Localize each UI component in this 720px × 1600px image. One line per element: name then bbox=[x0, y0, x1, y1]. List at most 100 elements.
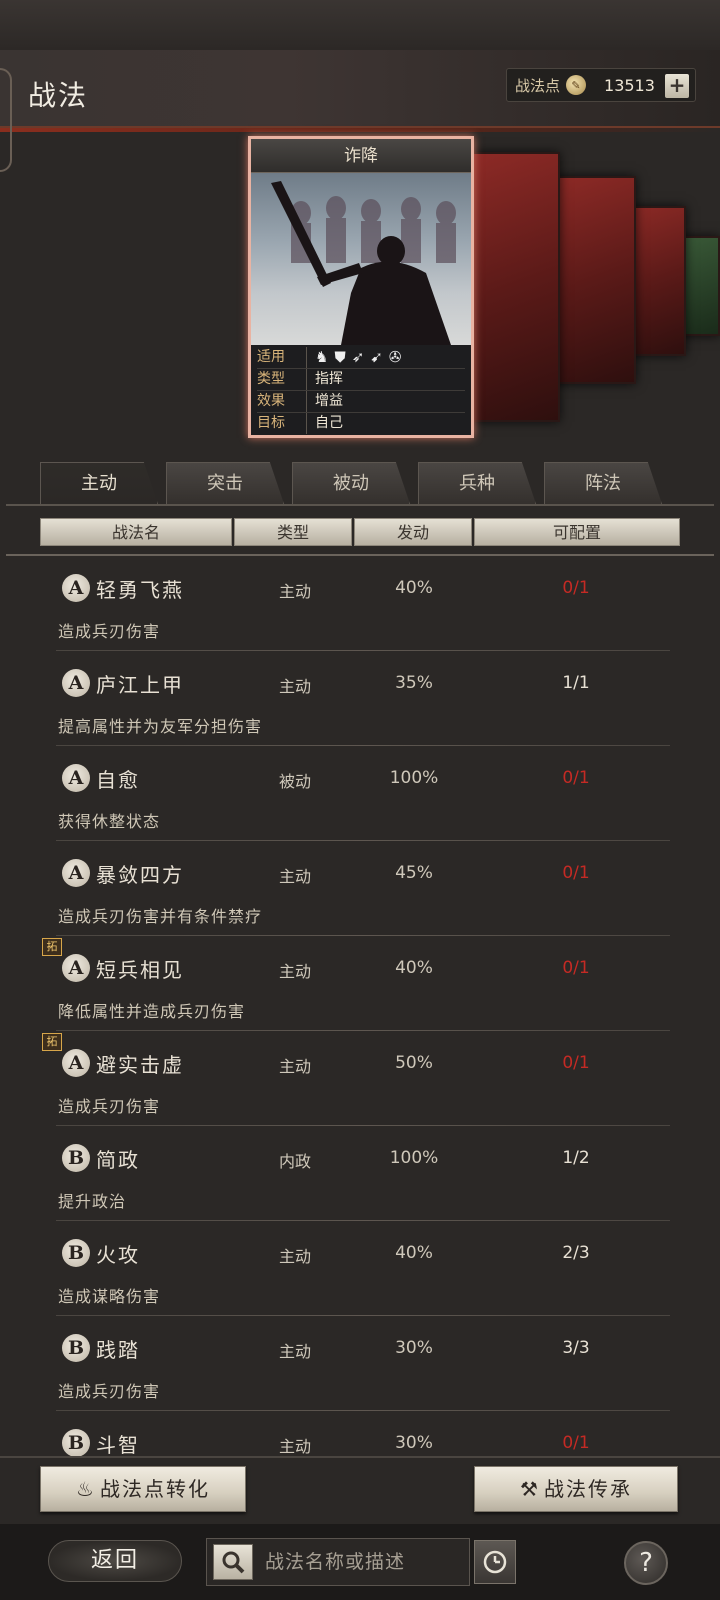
card-stat-value: 增益 bbox=[315, 393, 343, 409]
tactic-description: 造成兵刃伤害 bbox=[58, 1097, 161, 1116]
cavalry-icon: ♞ bbox=[315, 348, 329, 366]
tactic-row[interactable]: 拓 A 短兵相见 主动 40% 0/1 降低属性并造成兵刃伤害 bbox=[0, 936, 720, 1031]
card-stat-target: 目标 自己 bbox=[257, 413, 465, 434]
tactic-availability: 3/3 bbox=[562, 1338, 590, 1358]
selected-tactic-card[interactable]: 诈降 适用 ♞ ⛊ ➶ ➹ ✇ 类型 指挥 效果 增益 目标 自己 bbox=[248, 136, 474, 438]
card-stat-key: 类型 bbox=[257, 369, 307, 390]
grade-icon: B bbox=[62, 1144, 90, 1172]
card-stat-key: 效果 bbox=[257, 391, 307, 412]
column-name-header[interactable]: 战法名 bbox=[40, 518, 232, 546]
tactic-row[interactable]: A 轻勇飞燕 主动 40% 0/1 造成兵刃伤害 bbox=[0, 556, 720, 651]
convert-points-label: 战法点转化 bbox=[99, 1477, 210, 1501]
tactic-description: 造成兵刃伤害 bbox=[58, 1382, 161, 1401]
tactic-description: 降低属性并造成兵刃伤害 bbox=[58, 1002, 246, 1021]
tactic-name: 避实击虚 bbox=[96, 1053, 184, 1077]
column-avail-header[interactable]: 可配置 bbox=[474, 518, 680, 546]
column-rate-header[interactable]: 发动 bbox=[354, 518, 472, 546]
tactic-name: 火攻 bbox=[96, 1243, 140, 1267]
card-thumbnail[interactable] bbox=[470, 152, 560, 422]
tactic-description: 提升政治 bbox=[58, 1192, 127, 1211]
tactic-availability: 1/1 bbox=[562, 673, 590, 693]
tactic-type: 被动 bbox=[278, 772, 311, 791]
tactic-availability: 2/3 bbox=[562, 1243, 590, 1263]
tactic-name: 简政 bbox=[96, 1148, 140, 1172]
card-artwork bbox=[251, 173, 471, 345]
inherit-tactic-label: 战法传承 bbox=[543, 1477, 632, 1501]
tactic-type: 主动 bbox=[278, 867, 311, 886]
tactic-row[interactable]: B 火攻 主动 40% 2/3 造成谋略伤害 bbox=[0, 1221, 720, 1316]
tactic-type: 内政 bbox=[278, 1152, 311, 1171]
spear-icon: ➹ bbox=[370, 348, 383, 366]
convert-points-button[interactable]: ♨ 战法点转化 bbox=[40, 1466, 246, 1512]
flame-icon: ♨ bbox=[76, 1477, 96, 1501]
back-button[interactable]: 返回 bbox=[48, 1540, 182, 1582]
tactic-name: 斗智 bbox=[96, 1433, 140, 1456]
tactic-type: 主动 bbox=[278, 1057, 311, 1076]
tactic-name: 轻勇飞燕 bbox=[96, 578, 184, 602]
expansion-badge: 拓 bbox=[42, 1033, 62, 1051]
tactic-type: 主动 bbox=[278, 1342, 311, 1361]
card-stats: 适用 ♞ ⛊ ➶ ➹ ✇ 类型 指挥 效果 增益 目标 自己 bbox=[251, 345, 471, 436]
tactic-type: 主动 bbox=[278, 677, 311, 696]
grade-icon: A bbox=[62, 954, 90, 982]
tactic-type: 主动 bbox=[278, 582, 311, 601]
tactic-row[interactable]: A 暴敛四方 主动 45% 0/1 造成兵刃伤害并有条件禁疗 bbox=[0, 841, 720, 936]
grade-icon: A bbox=[62, 859, 90, 887]
tactic-rate: 100% bbox=[389, 1148, 439, 1168]
tactic-availability: 0/1 bbox=[562, 863, 590, 883]
grade-icon: A bbox=[62, 574, 90, 602]
tactic-row[interactable]: B 践踏 主动 30% 3/3 造成兵刃伤害 bbox=[0, 1316, 720, 1411]
tactic-rate: 45% bbox=[395, 863, 433, 883]
add-points-button[interactable]: + bbox=[665, 74, 689, 98]
tactic-row[interactable]: 拓 A 避实击虚 主动 50% 0/1 造成兵刃伤害 bbox=[0, 1031, 720, 1126]
tactic-rate: 40% bbox=[395, 1243, 433, 1263]
points-value: 13513 bbox=[604, 75, 655, 95]
tactic-rate: 35% bbox=[395, 673, 433, 693]
tactic-row[interactable]: B 简政 内政 100% 1/2 提升政治 bbox=[0, 1126, 720, 1221]
inherit-tactic-button[interactable]: ⚒ 战法传承 bbox=[474, 1466, 678, 1512]
tactic-availability: 1/2 bbox=[562, 1148, 590, 1168]
tactic-availability: 0/1 bbox=[562, 958, 590, 978]
card-stat-value: 自己 bbox=[315, 415, 343, 431]
warrior-silhouette bbox=[271, 181, 456, 345]
tactic-name: 庐江上甲 bbox=[96, 673, 184, 697]
tactic-type: 主动 bbox=[278, 1437, 311, 1456]
tactic-description: 造成兵刃伤害 bbox=[58, 622, 161, 641]
tab-formation[interactable]: 阵法 bbox=[544, 462, 662, 504]
tactic-name: 短兵相见 bbox=[96, 958, 184, 982]
history-button[interactable] bbox=[474, 1540, 516, 1584]
bow-icon: ➶ bbox=[351, 348, 365, 366]
tactic-list[interactable]: A 轻勇飞燕 主动 40% 0/1 造成兵刃伤害 A 庐江上甲 主动 35% 1/1 提高属性并为友军… bbox=[0, 556, 720, 1456]
clock-icon bbox=[483, 1550, 507, 1574]
tactic-rate: 50% bbox=[395, 1053, 433, 1073]
search-icon[interactable] bbox=[213, 1544, 253, 1580]
tactic-availability: 0/1 bbox=[562, 1053, 590, 1073]
tab-assault[interactable]: 突击 bbox=[166, 462, 284, 504]
help-button[interactable]: ? bbox=[624, 1541, 668, 1585]
page-title: 战法 bbox=[28, 79, 89, 112]
card-stat-key: 适用 bbox=[257, 347, 307, 368]
hammer-icon: ⚒ bbox=[520, 1477, 540, 1501]
tactic-row[interactable]: A 自愈 被动 100% 0/1 获得休整状态 bbox=[0, 746, 720, 841]
card-stat-key: 目标 bbox=[257, 413, 307, 434]
shield-icon: ⛊ bbox=[334, 348, 346, 366]
search-box bbox=[206, 1538, 470, 1586]
column-type-header[interactable]: 类型 bbox=[234, 518, 352, 546]
card-stat-value: 指挥 bbox=[315, 371, 343, 387]
card-stat-effect: 效果 增益 bbox=[257, 391, 465, 413]
tab-troop[interactable]: 兵种 bbox=[418, 462, 536, 504]
tactic-rate: 30% bbox=[395, 1433, 433, 1453]
card-thumbnail[interactable] bbox=[552, 176, 636, 384]
tactic-row[interactable]: B 斗智 主动 30% 0/1 bbox=[0, 1411, 720, 1456]
tab-passive[interactable]: 被动 bbox=[292, 462, 410, 504]
tab-active[interactable]: 主动 bbox=[40, 462, 158, 504]
card-title: 诈降 bbox=[251, 139, 471, 173]
tactic-name: 暴敛四方 bbox=[96, 863, 184, 887]
tactic-points-box: 战法点 ✎ 13513 + bbox=[506, 68, 696, 102]
tactic-availability: 0/1 bbox=[562, 578, 590, 598]
tactic-rate: 100% bbox=[389, 768, 439, 788]
tactic-row[interactable]: A 庐江上甲 主动 35% 1/1 提高属性并为友军分担伤害 bbox=[0, 651, 720, 746]
search-input[interactable] bbox=[265, 1551, 465, 1573]
tactic-rate: 40% bbox=[395, 958, 433, 978]
title-edge-ornament bbox=[0, 68, 12, 172]
